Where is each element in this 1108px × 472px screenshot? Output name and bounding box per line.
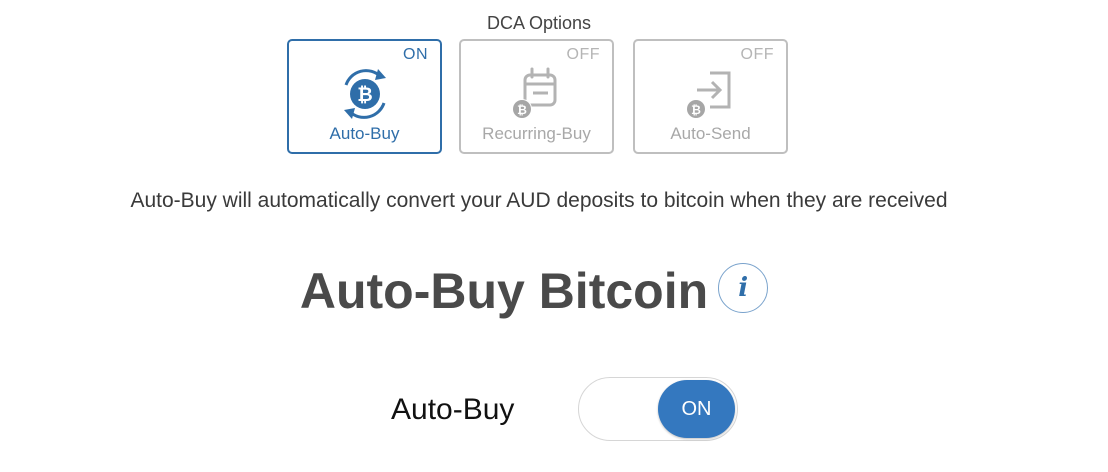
- send-bitcoin-icon: ₿: [680, 63, 742, 130]
- auto-buy-toggle[interactable]: ON: [578, 377, 738, 441]
- dca-options-title: DCA Options: [486, 13, 592, 33]
- status-badge: OFF: [566, 46, 600, 63]
- auto-buy-toggle-label: Auto-Buy: [391, 393, 515, 426]
- calendar-bitcoin-icon: ₿: [506, 63, 568, 130]
- page-title: Auto-Buy Bitcoin: [299, 263, 709, 319]
- info-icon: i: [738, 273, 749, 303]
- section-heading-row: Auto-Buy Bitcoin i: [0, 262, 1068, 320]
- dca-option-recurring-buy[interactable]: OFF ₿ Recurring-Buy: [459, 39, 614, 154]
- toggle-knob: ON: [658, 380, 735, 438]
- dca-option-auto-buy[interactable]: ON ₿ Auto-Buy: [287, 39, 442, 154]
- svg-text:₿: ₿: [517, 103, 527, 117]
- status-badge: OFF: [740, 46, 774, 63]
- status-badge: ON: [403, 46, 428, 63]
- dca-option-label: Auto-Send: [670, 124, 751, 143]
- svg-text:₿: ₿: [357, 84, 372, 106]
- auto-buy-description: Auto-Buy will automatically convert your…: [130, 189, 948, 212]
- dca-option-auto-send[interactable]: OFF ₿ Auto-Send: [633, 39, 788, 154]
- info-button[interactable]: i: [718, 263, 769, 313]
- bitcoin-refresh-icon: ₿: [334, 63, 396, 130]
- dca-option-label: Recurring-Buy: [482, 124, 591, 143]
- svg-text:₿: ₿: [691, 103, 701, 117]
- dca-option-label: Auto-Buy: [329, 124, 400, 143]
